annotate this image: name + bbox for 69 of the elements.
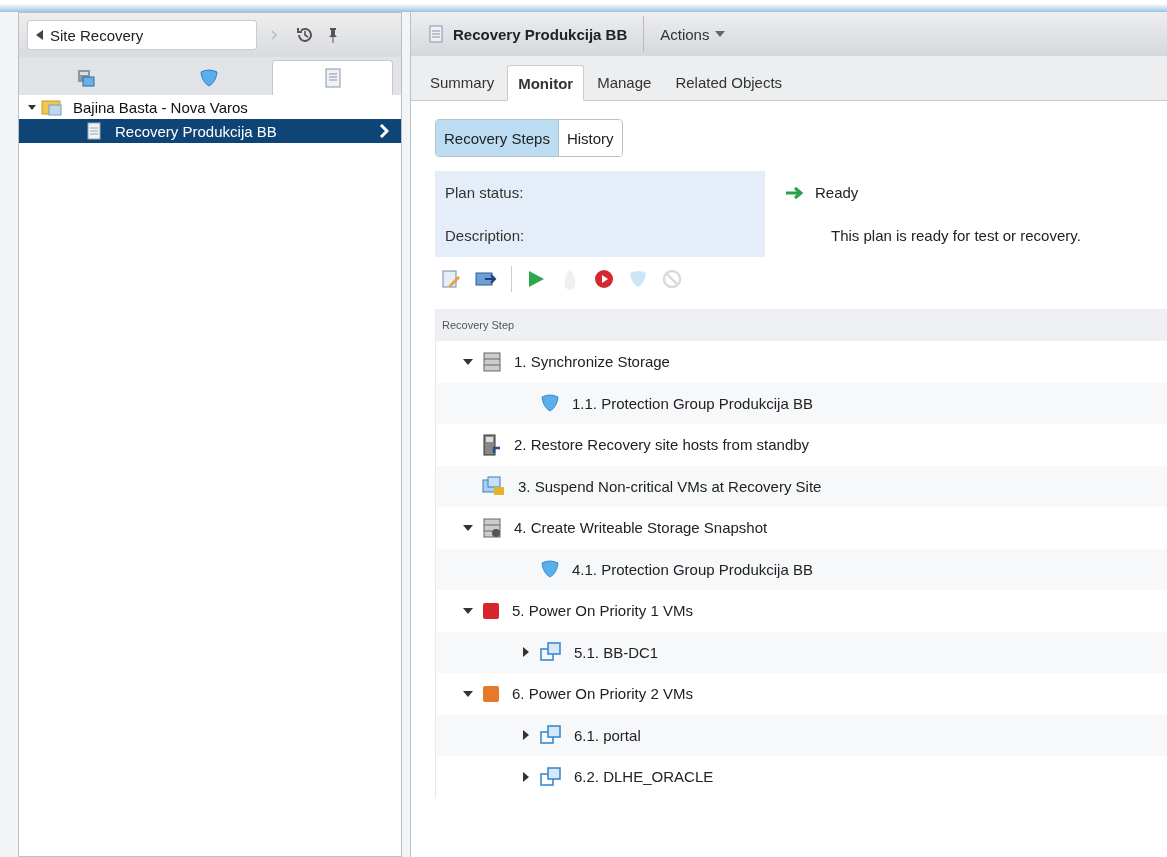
document-icon bbox=[324, 68, 341, 88]
pin-icon[interactable] bbox=[327, 26, 339, 44]
step-row[interactable]: 1. Synchronize Storage bbox=[436, 341, 1167, 383]
tree-item[interactable]: Bajina Basta - Nova Varos bbox=[19, 95, 401, 119]
column-header: Recovery Step bbox=[436, 309, 1167, 341]
chevron-icon bbox=[379, 124, 389, 138]
object-title: Recovery Produkcija BB bbox=[453, 25, 628, 43]
tree-item[interactable]: Recovery Produkcija BB bbox=[19, 119, 401, 143]
storage-icon bbox=[482, 351, 502, 372]
segment-tab[interactable]: Recovery Steps bbox=[436, 120, 559, 156]
step-label: 1.1. Protection Group Produkcija BB bbox=[572, 394, 813, 412]
server-icon bbox=[482, 433, 502, 456]
step-row[interactable]: 6.1. portal bbox=[436, 714, 1167, 756]
shield-icon bbox=[540, 559, 560, 580]
actions-menu[interactable]: Actions bbox=[660, 25, 726, 43]
step-row[interactable]: 5.1. BB-DC1 bbox=[436, 631, 1167, 673]
step-label: 4.1. Protection Group Produkcija BB bbox=[572, 560, 813, 578]
caret-icon[interactable] bbox=[521, 771, 531, 782]
caret-icon bbox=[715, 31, 726, 37]
caret-icon[interactable] bbox=[521, 730, 531, 741]
step-label: 6.1. portal bbox=[574, 726, 641, 744]
history-icon[interactable] bbox=[295, 25, 315, 45]
step-row[interactable]: 3. Suspend Non-critical VMs at Recovery Site bbox=[436, 465, 1167, 507]
step-row[interactable]: 6.2. DLHE_ORACLE bbox=[436, 756, 1167, 798]
record-icon[interactable] bbox=[594, 269, 614, 289]
step-label: 4. Create Writeable Storage Snapshot bbox=[514, 519, 768, 537]
document-icon bbox=[87, 122, 101, 140]
shield-icon bbox=[199, 68, 219, 88]
folder-icon bbox=[41, 98, 63, 116]
export-icon[interactable] bbox=[475, 269, 497, 289]
step-row[interactable]: 4. Create Writeable Storage Snapshot bbox=[436, 507, 1167, 549]
vm-icon bbox=[540, 642, 562, 663]
tab[interactable]: Summary bbox=[419, 64, 506, 100]
document-icon bbox=[429, 25, 443, 43]
detail-value: Ready bbox=[815, 184, 859, 201]
vm-icon bbox=[540, 725, 562, 746]
shield-icon bbox=[540, 393, 560, 414]
step-label: 6.2. DLHE_ORACLE bbox=[574, 768, 714, 786]
step-label: 5. Power On Priority 1 VMs bbox=[512, 602, 693, 620]
tab[interactable]: Manage bbox=[586, 64, 663, 100]
back-button[interactable]: Site Recovery bbox=[27, 20, 257, 50]
tab[interactable]: Related Objects bbox=[664, 64, 794, 100]
vm-icon bbox=[482, 476, 506, 497]
caret-icon[interactable] bbox=[463, 522, 473, 533]
detail-value: This plan is ready for test or recovery. bbox=[831, 227, 1081, 244]
caret-icon[interactable] bbox=[463, 688, 473, 699]
caret-icon[interactable] bbox=[463, 605, 473, 616]
step-label: 3. Suspend Non-critical VMs at Recovery Site bbox=[518, 477, 822, 495]
step-label: 2. Restore Recovery site hosts from standby bbox=[514, 436, 810, 454]
caret-icon bbox=[27, 102, 37, 112]
step-row[interactable]: 1.1. Protection Group Produkcija BB bbox=[436, 382, 1167, 424]
caret-icon bbox=[36, 30, 44, 40]
vm-icon bbox=[540, 766, 562, 787]
detail-label: Description: bbox=[435, 214, 765, 257]
detail-label: Plan status: bbox=[435, 171, 765, 214]
storage-icon bbox=[482, 517, 502, 538]
caret-icon[interactable] bbox=[463, 356, 473, 367]
step-label: 6. Power On Priority 2 VMs bbox=[512, 685, 693, 703]
play-icon[interactable] bbox=[526, 269, 546, 289]
tab[interactable]: Monitor bbox=[507, 65, 585, 101]
server-icon bbox=[76, 68, 97, 88]
step-row[interactable]: 6. Power On Priority 2 VMs bbox=[436, 673, 1167, 715]
step-row[interactable]: 4.1. Protection Group Produkcija BB bbox=[436, 548, 1167, 590]
step-label: 1. Synchronize Storage bbox=[514, 353, 670, 371]
arrow-icon bbox=[785, 185, 805, 200]
step-row[interactable]: 5. Power On Priority 1 VMs bbox=[436, 590, 1167, 632]
step-row[interactable]: 2. Restore Recovery site hosts from standby bbox=[436, 424, 1167, 466]
step-label: 5.1. BB-DC1 bbox=[574, 643, 659, 661]
caret-icon[interactable] bbox=[521, 647, 531, 658]
